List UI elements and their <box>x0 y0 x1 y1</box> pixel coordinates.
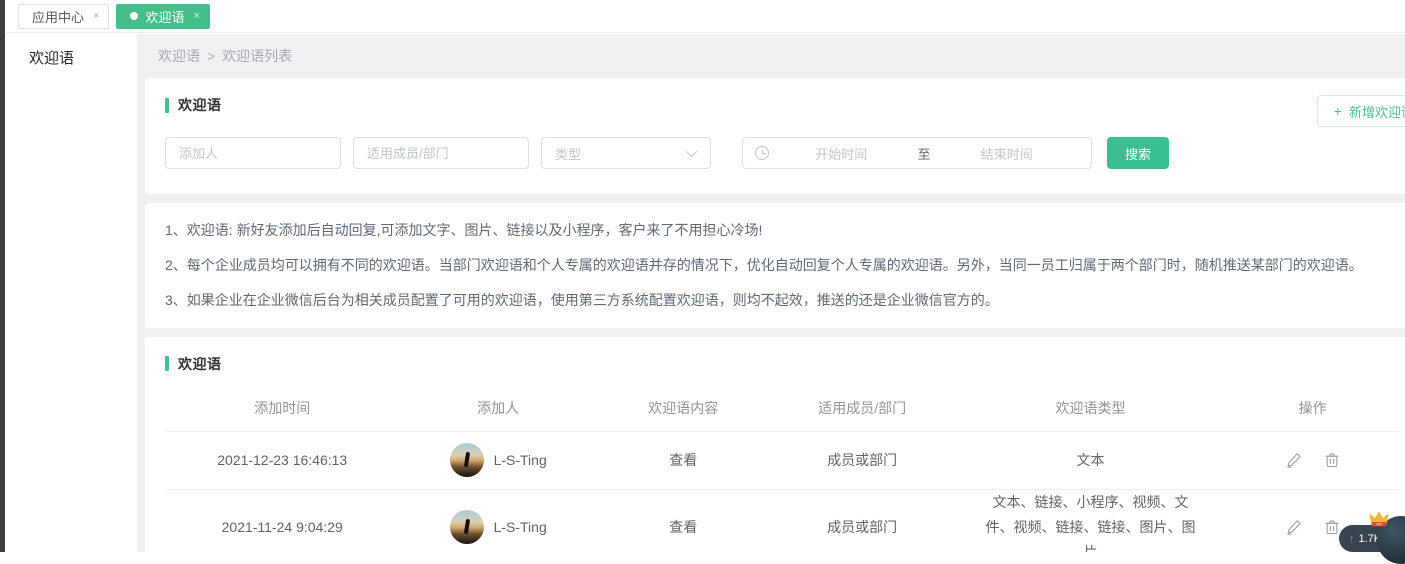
col-type: 欢迎语类型 <box>955 396 1226 421</box>
date-range-picker[interactable]: 开始时间 至 结束时间 <box>742 137 1092 169</box>
cell-content: 查看 <box>597 517 770 537</box>
avatar <box>450 443 484 477</box>
cell-adder: L-S-Ting <box>399 443 596 477</box>
welcome-table: 添加时间 添加人 欢迎语内容 适用成员/部门 欢迎语类型 操作 2021-12-… <box>165 386 1399 552</box>
member-department-input[interactable] <box>353 137 529 169</box>
breadcrumb-separator: > <box>200 48 222 64</box>
table-card: 欢迎语 添加时间 添加人 欢迎语内容 适用成员/部门 欢迎语类型 操作 2021… <box>145 337 1405 552</box>
note-1: 1、欢迎语: 新好友添加后自动回复,可添加文字、图片、链接以及小程序，客户来了不… <box>165 213 1399 248</box>
delete-icon[interactable] <box>1324 452 1340 468</box>
upload-arrow-icon: ↑ <box>1349 533 1355 545</box>
col-adder: 添加人 <box>399 398 596 418</box>
add-welcome-button[interactable]: + 新增欢迎语 <box>1317 95 1405 127</box>
plus-icon: + <box>1334 103 1342 119</box>
start-time-field[interactable]: 开始时间 <box>769 144 914 163</box>
type-select-placeholder: 类型 <box>555 144 581 163</box>
type-select[interactable]: 类型 <box>541 137 711 169</box>
breadcrumb: 欢迎语>欢迎语列表 <box>137 34 1405 78</box>
active-dot-icon <box>130 12 138 20</box>
close-icon[interactable]: × <box>193 11 199 22</box>
range-separator: 至 <box>914 144 935 163</box>
chevron-down-icon <box>686 146 697 157</box>
edit-icon[interactable] <box>1286 519 1302 535</box>
section-marker <box>165 356 169 371</box>
net-speed-widget[interactable]: ↑ 1.7K/s VIP <box>1315 496 1405 552</box>
table-body: 2021-12-23 16:46:13 L-S-Ting 查看 成员或部门 文本 <box>165 432 1399 552</box>
tab-welcome-message[interactable]: 欢迎语 × <box>116 4 209 29</box>
breadcrumb-welcome-list[interactable]: 欢迎语列表 <box>222 48 292 64</box>
clock-icon <box>755 146 769 160</box>
breadcrumb-welcome[interactable]: 欢迎语 <box>158 48 200 64</box>
cell-adder: L-S-Ting <box>399 510 596 544</box>
table-row: 2021-11-24 9:04:29 L-S-Ting 查看 成员或部门 文本、… <box>165 490 1399 552</box>
tab-bar: 应用中心 × 欢迎语 × <box>5 0 1405 33</box>
search-card: 欢迎语 + 新增欢迎语 类型 开始时间 至 结束时间 搜索 <box>145 78 1405 194</box>
col-add-time: 添加时间 <box>165 398 399 418</box>
add-welcome-label: 新增欢迎语 <box>1349 102 1405 121</box>
cell-type: 文本 <box>955 448 1226 473</box>
cell-actions <box>1226 452 1399 468</box>
tab-app-center[interactable]: 应用中心 × <box>18 4 109 29</box>
edit-icon[interactable] <box>1286 452 1302 468</box>
sidebar-item-welcome-message[interactable]: 欢迎语 <box>5 34 137 68</box>
sidebar: 欢迎语 <box>5 34 137 552</box>
section-title-text: 欢迎语 <box>178 95 222 115</box>
note-2: 2、每个企业成员均可以拥有不同的欢迎语。当部门欢迎语和个人专属的欢迎语并存的情况… <box>165 248 1399 283</box>
section-title-text: 欢迎语 <box>178 354 222 374</box>
avatar <box>450 510 484 544</box>
end-time-field[interactable]: 结束时间 <box>935 144 1080 163</box>
adder-name: L-S-Ting <box>494 452 547 468</box>
vip-label: VIP <box>1376 522 1382 526</box>
tab-label: 应用中心 <box>32 7 84 26</box>
cell-content: 查看 <box>597 450 770 470</box>
note-3: 3、如果企业在企业微信后台为相关成员配置了可用的欢迎语，使用第三方系统配置欢迎语… <box>165 283 1399 318</box>
adder-input[interactable] <box>165 137 341 169</box>
search-section-title: 欢迎语 <box>165 95 1399 115</box>
vip-crown-icon: VIP <box>1368 510 1390 528</box>
view-link[interactable]: 查看 <box>669 519 697 535</box>
col-content: 欢迎语内容 <box>597 398 770 418</box>
notes-card: 1、欢迎语: 新好友添加后自动回复,可添加文字、图片、链接以及小程序，客户来了不… <box>145 203 1405 328</box>
table-header: 添加时间 添加人 欢迎语内容 适用成员/部门 欢迎语类型 操作 <box>165 386 1399 432</box>
col-actions: 操作 <box>1226 398 1399 418</box>
cell-add-time: 2021-11-24 9:04:29 <box>165 519 399 535</box>
table-row: 2021-12-23 16:46:13 L-S-Ting 查看 成员或部门 文本 <box>165 432 1399 490</box>
cell-scope: 成员或部门 <box>770 517 955 537</box>
search-button[interactable]: 搜索 <box>1107 137 1169 169</box>
adder-name: L-S-Ting <box>494 519 547 535</box>
table-section-title: 欢迎语 <box>165 354 1399 374</box>
view-link[interactable]: 查看 <box>669 452 697 468</box>
cell-type: 文本、链接、小程序、视频、文件、视频、链接、链接、图片、图片 <box>955 490 1226 552</box>
section-marker <box>165 98 169 113</box>
main-content: 欢迎语>欢迎语列表 欢迎语 + 新增欢迎语 类型 开始时间 至 结束时间 搜索 <box>137 34 1405 552</box>
tab-label: 欢迎语 <box>145 7 184 26</box>
cell-add-time: 2021-12-23 16:46:13 <box>165 452 399 468</box>
window-edge-strip <box>0 0 5 552</box>
close-icon[interactable]: × <box>93 11 99 22</box>
col-scope: 适用成员/部门 <box>770 398 955 418</box>
cell-scope: 成员或部门 <box>770 450 955 470</box>
filter-row: 类型 开始时间 至 结束时间 搜索 <box>165 137 1399 169</box>
